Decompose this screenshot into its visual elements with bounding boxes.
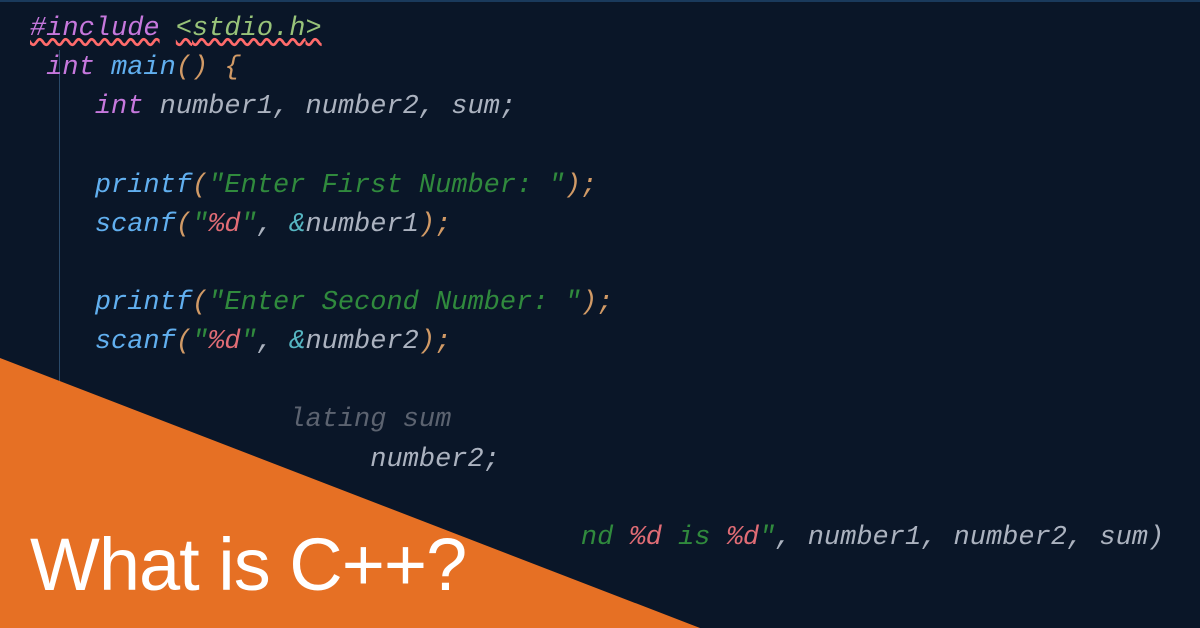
- paren-open: (: [176, 210, 192, 240]
- function-call: scanf: [95, 327, 176, 357]
- paren-open: (: [176, 327, 192, 357]
- type-keyword: int: [46, 53, 95, 83]
- format-specifier: %d: [727, 523, 759, 553]
- parens: (): [176, 53, 208, 83]
- variable: number1: [305, 210, 418, 240]
- string-end: ": [241, 210, 257, 240]
- code-line-6: scanf("%d", &number1);: [30, 206, 1200, 245]
- code-line-7: [30, 245, 1200, 284]
- code-line-5: printf("Enter First Number: ");: [30, 167, 1200, 206]
- code-line-3: int number1, number2, sum;: [30, 88, 1200, 127]
- string-literal: "Enter Second Number: ": [208, 288, 581, 318]
- paren-close: );: [565, 171, 597, 201]
- string-begin: ": [192, 210, 208, 240]
- open-brace: {: [208, 53, 240, 83]
- variable-declarations: number1, number2, sum;: [143, 92, 516, 122]
- function-call: scanf: [95, 210, 176, 240]
- paren-open: (: [192, 171, 208, 201]
- code-line-2: int main() {: [30, 49, 1200, 88]
- include-path-open: <: [176, 14, 192, 44]
- code-line-9: scanf("%d", &number2);: [30, 323, 1200, 362]
- variable: number2: [305, 327, 418, 357]
- string-literal: "Enter First Number: ": [208, 171, 564, 201]
- function-call: printf: [95, 288, 192, 318]
- code-line-8: printf("Enter Second Number: ");: [30, 284, 1200, 323]
- type-keyword: int: [95, 92, 144, 122]
- function-call: printf: [95, 171, 192, 201]
- address-operator: &: [289, 327, 305, 357]
- code-line-1: #include <stdio.h>: [30, 10, 1200, 49]
- paren-close: );: [581, 288, 613, 318]
- preprocessor-directive: #include: [30, 14, 160, 44]
- include-path-close: >: [305, 14, 321, 44]
- arguments: , number1, number2, sum): [775, 523, 1164, 553]
- comma: ,: [257, 210, 289, 240]
- format-specifier: %d: [208, 210, 240, 240]
- string-end: ": [241, 327, 257, 357]
- format-specifier: %d: [208, 327, 240, 357]
- address-operator: &: [289, 210, 305, 240]
- paren-close: );: [419, 327, 451, 357]
- string-end: ": [759, 523, 775, 553]
- code-line-4: [30, 127, 1200, 166]
- comma: ,: [257, 327, 289, 357]
- paren-close: );: [419, 210, 451, 240]
- include-path: stdio.h: [192, 14, 305, 44]
- function-name: main: [111, 53, 176, 83]
- string-begin: ": [192, 327, 208, 357]
- paren-open: (: [192, 288, 208, 318]
- title-banner-text: What is C++?: [30, 511, 466, 618]
